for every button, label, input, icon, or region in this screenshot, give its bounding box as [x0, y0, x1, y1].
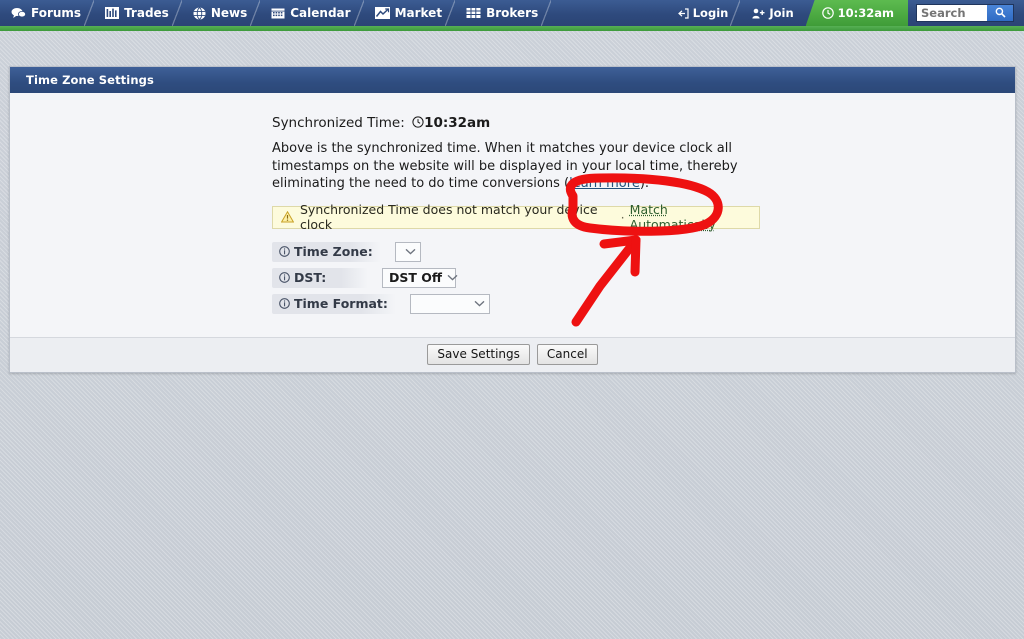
search-box[interactable]: [916, 4, 1014, 22]
calendar-icon: [271, 7, 285, 19]
time-zone-settings-panel: Time Zone Settings Synchronized Time: 10…: [9, 66, 1016, 373]
panel-body: Synchronized Time: 10:32am Above is the …: [10, 93, 1015, 337]
nav-item-brokers[interactable]: Brokers: [455, 0, 552, 26]
synchronized-time-label: Synchronized Time:: [272, 115, 405, 131]
nav-item-trades[interactable]: Trades: [94, 0, 182, 26]
search-input[interactable]: [917, 5, 987, 21]
settings-form: Synchronized Time: 10:32am Above is the …: [272, 115, 792, 315]
dst-select-value: DST Off: [389, 270, 443, 285]
nav-label: Trades: [124, 6, 169, 20]
cancel-button[interactable]: Cancel: [536, 344, 598, 365]
speech-bubbles-icon: [11, 7, 26, 19]
nav-item-market[interactable]: Market: [364, 0, 456, 26]
dst-select[interactable]: DST Off: [382, 267, 458, 288]
nav-label: News: [210, 6, 248, 20]
nav-accent-bar: [0, 26, 1024, 31]
row-time-format: Time Format:: [272, 293, 792, 315]
description-tail: ).: [639, 176, 650, 191]
description-text: Above is the synchronized time. When it …: [272, 140, 766, 193]
warning-text: Synchronized Time does not match your de…: [300, 202, 598, 232]
clock-label: 10:32am: [837, 6, 894, 20]
warning-separator: ·: [620, 209, 625, 225]
nav-label: Brokers: [486, 6, 539, 20]
chevron-down-icon: [447, 274, 458, 281]
server-clock[interactable]: 10:32am: [805, 0, 908, 26]
secondary-nav: Login Join 10:32am: [666, 0, 1024, 26]
line-chart-icon: [374, 7, 390, 19]
nav-item-forums[interactable]: Forums: [0, 0, 95, 26]
save-settings-button[interactable]: Save Settings: [427, 344, 530, 365]
row-time-zone: Time Zone:: [272, 241, 792, 263]
person-plus-icon: [752, 8, 765, 19]
label-text: DST:: [294, 270, 327, 285]
row-dst: DST: DST Off: [272, 267, 792, 289]
panel-title-bar: Time Zone Settings: [10, 67, 1015, 93]
chevron-down-icon: [474, 300, 485, 307]
time-zone-label: Time Zone:: [272, 241, 381, 262]
time-format-select[interactable]: [409, 293, 490, 314]
info-icon[interactable]: [279, 298, 290, 309]
login-arrow-icon: [677, 7, 689, 19]
join-label: Join: [769, 6, 794, 20]
primary-nav: Forums Trades News Calendar Market Broke…: [0, 0, 552, 26]
synchronized-time-line: Synchronized Time: 10:32am: [272, 115, 792, 131]
chevron-down-icon: [405, 248, 416, 255]
nav-item-calendar[interactable]: Calendar: [260, 0, 364, 26]
login-button[interactable]: Login: [666, 0, 741, 26]
info-icon[interactable]: [279, 246, 290, 257]
clock-icon: [821, 7, 834, 19]
nav-label: Market: [394, 6, 443, 20]
globe-icon: [193, 6, 206, 20]
description-body: Above is the synchronized time. When it …: [272, 141, 738, 191]
nav-item-news[interactable]: News: [182, 0, 261, 26]
nav-label: Forums: [31, 6, 82, 20]
learn-more-link[interactable]: learn more: [569, 176, 640, 191]
join-button[interactable]: Join: [740, 0, 805, 26]
nav-label: Calendar: [290, 6, 351, 20]
top-navigation-bar: Forums Trades News Calendar Market Broke…: [0, 0, 1024, 27]
sync-mismatch-warning: Synchronized Time does not match your de…: [272, 202, 760, 232]
search-button[interactable]: [987, 5, 1013, 21]
bar-chart-icon: [105, 7, 120, 19]
info-icon[interactable]: [279, 272, 290, 283]
warning-triangle-icon: [280, 210, 295, 223]
clock-icon: [412, 116, 424, 128]
label-text: Time Zone:: [294, 244, 373, 259]
match-automatically-link[interactable]: Match Automatically: [630, 202, 751, 232]
grid-table-icon: [466, 7, 481, 19]
magnifier-icon: [995, 6, 1006, 21]
dst-label: DST:: [272, 267, 368, 288]
timezone-select[interactable]: [394, 241, 421, 262]
label-text: Time Format:: [294, 296, 388, 311]
synchronized-time-value: 10:32am: [424, 115, 491, 131]
login-label: Login: [692, 6, 729, 20]
page-title: Time Zone Settings: [26, 73, 154, 87]
panel-footer: Save Settings Cancel: [10, 336, 1015, 372]
time-format-label: Time Format:: [272, 293, 396, 314]
